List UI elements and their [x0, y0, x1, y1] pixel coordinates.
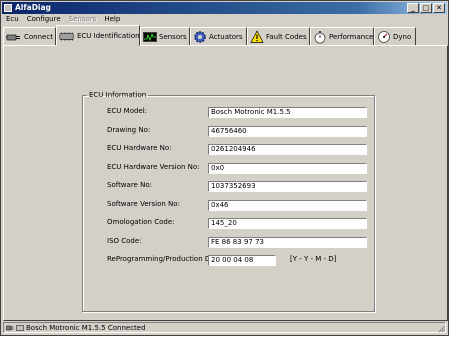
tab-label: Performance [329, 32, 374, 41]
software-no-field[interactable]: 1037352693 [208, 181, 367, 192]
tab-label: Fault Codes [266, 32, 307, 41]
ecu-hardware-version-field[interactable]: 0x0 [208, 163, 367, 174]
close-button[interactable]: ✕ [433, 3, 445, 13]
gear-icon [193, 30, 207, 44]
connected-plug-icon [6, 324, 14, 332]
drawing-no-field[interactable]: 46756460 [208, 126, 367, 137]
menu-sensors: Sensors [68, 15, 97, 23]
ecu-chip-icon [59, 29, 75, 43]
stopwatch-icon [313, 30, 327, 44]
date-format-hint: [Y - Y - M - D] [290, 255, 337, 263]
tab-strip: Connect ECU Identification Sensors Actua… [3, 25, 446, 46]
title-bar[interactable]: AlfaDiag _ □ ✕ [2, 2, 447, 14]
ecu-information-group: ECU Information ECU Model: Bosch Motroni… [82, 91, 375, 312]
iso-code-field[interactable]: FE 86 83 97 73 [208, 237, 367, 248]
dial-icon [377, 30, 391, 44]
connector-icon [6, 30, 22, 44]
production-date-field[interactable]: 20 00 04 08 [208, 255, 276, 266]
tab-performance[interactable]: Performance [310, 27, 374, 46]
software-version-field[interactable]: 0x46 [208, 200, 367, 211]
warning-icon [250, 29, 264, 44]
app-icon [4, 4, 12, 12]
status-text: Bosch Motronic M1.5.5 Connected [26, 323, 146, 332]
tab-content-ecu-identification: ECU Information ECU Model: Bosch Motroni… [3, 45, 448, 321]
window-title: AlfaDiag [15, 3, 51, 12]
tab-actuators[interactable]: Actuators [190, 27, 247, 46]
omologation-code-field[interactable]: 145_20 [208, 218, 367, 229]
tab-sensors[interactable]: Sensors [140, 27, 190, 46]
tab-connect[interactable]: Connect [3, 27, 56, 46]
status-bar: Bosch Motronic M1.5.5 Connected [2, 321, 447, 334]
tab-fault-codes[interactable]: Fault Codes [247, 27, 310, 46]
menu-help[interactable]: Help [100, 14, 124, 25]
ecu-hardware-no-field[interactable]: 0261204946 [208, 144, 367, 155]
status-panel: Bosch Motronic M1.5.5 Connected [3, 322, 446, 333]
tab-label: ECU Identification [77, 31, 140, 40]
tab-dyno[interactable]: Dyno [374, 27, 416, 46]
resize-grip-icon[interactable] [437, 324, 446, 333]
tab-label: Sensors [159, 32, 187, 41]
app-window: AlfaDiag _ □ ✕ Ecu Configure Sensors Hel… [0, 0, 449, 336]
oscilloscope-icon [143, 30, 157, 44]
menu-bar: Ecu Configure Sensors Help [2, 14, 447, 25]
maximize-button[interactable]: □ [420, 3, 432, 13]
tab-label: Actuators [209, 32, 243, 41]
menu-configure[interactable]: Configure [23, 14, 65, 25]
ecu-status-icon [16, 324, 24, 332]
group-title: ECU Information [89, 91, 147, 99]
tab-ecu-identification[interactable]: ECU Identification [56, 25, 140, 46]
ecu-model-field[interactable]: Bosch Motronic M1.5.5 [208, 107, 367, 118]
menu-ecu[interactable]: Ecu [2, 14, 23, 25]
tab-label: Connect [24, 32, 53, 41]
minimize-button[interactable]: _ [407, 3, 419, 13]
tab-label: Dyno [393, 32, 412, 41]
